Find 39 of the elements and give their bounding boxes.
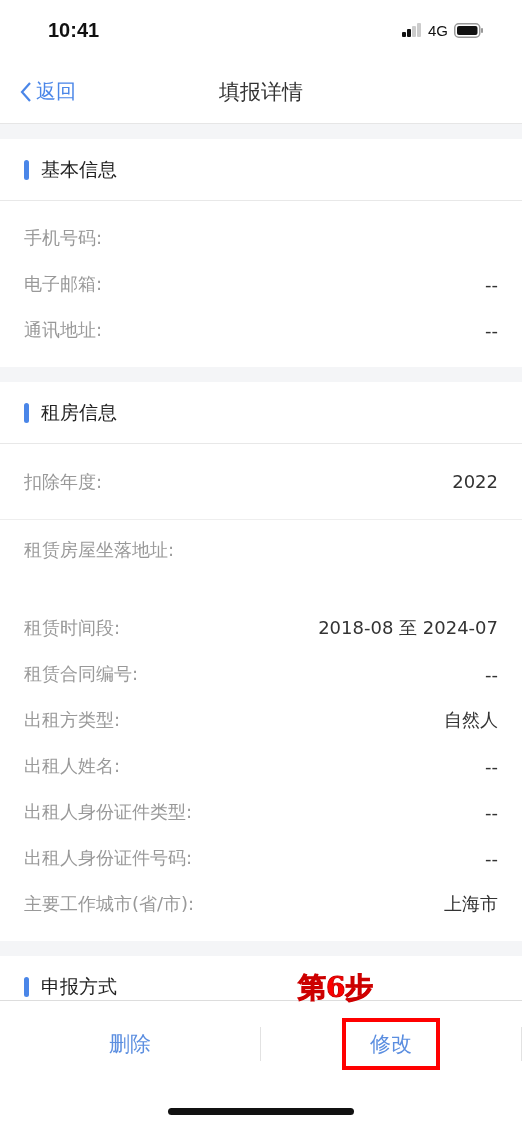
signal-icon [402, 23, 422, 37]
section-marker-icon [24, 976, 29, 997]
section-title: 租房信息 [41, 399, 117, 425]
section-title: 申报方式 [41, 973, 117, 999]
page-title: 填报详情 [219, 78, 303, 106]
field-label: 电子邮箱: [24, 272, 103, 296]
field-value: -- [485, 319, 498, 341]
field-label: 租赁合同编号: [24, 662, 139, 686]
field-value: 2022 [452, 471, 498, 492]
field-label: 扣除年度: [24, 469, 103, 494]
section-marker-icon [24, 402, 29, 423]
section-title: 基本信息 [41, 156, 117, 182]
field-value: -- [485, 663, 498, 685]
field-value: 2018-08 至 2024-07 [318, 616, 498, 640]
status-time: 10:41 [48, 18, 100, 42]
network-label: 4G [428, 21, 448, 39]
field-value: 自然人 [444, 708, 498, 732]
field-value: -- [485, 847, 498, 869]
field-label: 出租人身份证件类型: [24, 800, 193, 824]
field-label: 租赁房屋坐落地址: [24, 538, 175, 562]
field-value: -- [485, 801, 498, 823]
field-label: 通讯地址: [24, 318, 103, 342]
back-button[interactable]: 返回 [20, 78, 76, 105]
field-label: 出租方类型: [24, 708, 121, 732]
section-marker-icon [24, 159, 29, 180]
action-button[interactable]: 删除 [81, 1017, 179, 1070]
field-value: 上海市 [444, 892, 498, 916]
field-label: 出租人身份证件号码: [24, 846, 193, 870]
field-label: 出租人姓名: [24, 754, 121, 778]
back-chevron-icon [20, 80, 32, 103]
back-label: 返回 [36, 78, 76, 105]
field-value: -- [485, 755, 498, 777]
field-value: -- [485, 273, 498, 295]
battery-icon [454, 22, 484, 38]
field-label: 手机号码: [24, 226, 103, 250]
field-label: 租赁时间段: [24, 616, 121, 640]
action-button[interactable]: 修改 [342, 1017, 440, 1070]
field-label: 主要工作城市(省/市): [24, 892, 195, 916]
step-annotation: 第6步 [298, 970, 374, 1006]
